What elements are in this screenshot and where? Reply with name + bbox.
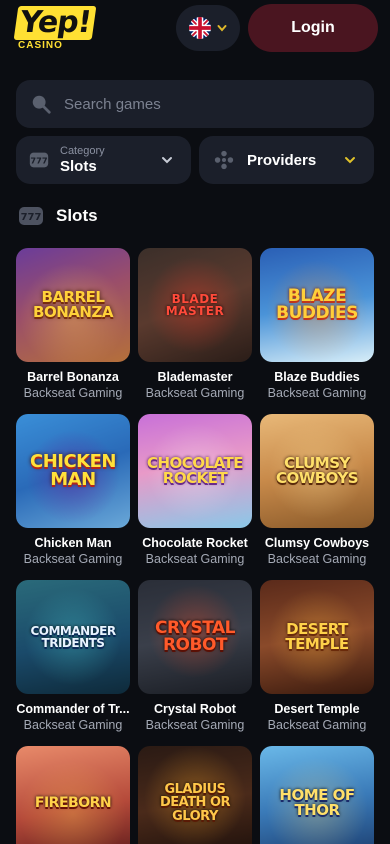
game-thumbnail[interactable]: BLADE MASTER	[138, 248, 252, 362]
game-thumbnail[interactable]: CHICKEN MAN	[16, 414, 130, 528]
providers-label: Providers	[247, 151, 317, 169]
game-art-title: CLUMSY COWBOYS	[275, 453, 359, 487]
search-icon	[32, 95, 51, 114]
game-name: Barrel Bonanza	[27, 370, 119, 384]
game-tile[interactable]: BLAZE BUDDIES Blaze Buddies Backseat Gam…	[260, 248, 374, 400]
game-provider: Backseat Gaming	[23, 552, 123, 566]
slot-machine-icon: 777	[19, 207, 43, 225]
game-name: Commander of Tr...	[16, 702, 130, 716]
game-name: Blademaster	[157, 370, 233, 384]
game-art-title: HOME OF THOR	[279, 785, 355, 819]
game-provider: Backseat Gaming	[145, 552, 245, 566]
game-name: Desert Temple	[274, 702, 360, 716]
slot-machine-icon: 777	[29, 152, 49, 168]
game-thumbnail[interactable]: GLADIUS DEATH OR GLORY	[138, 746, 252, 844]
chevron-down-icon	[162, 157, 172, 164]
game-tile[interactable]: BARREL BONANZA Barrel Bonanza Backseat G…	[16, 248, 130, 400]
game-thumbnail[interactable]: COMMANDER TRIDENTS	[16, 580, 130, 694]
game-thumbnail[interactable]: BARREL BONANZA	[16, 248, 130, 362]
game-tile[interactable]: GLADIUS DEATH OR GLORY	[138, 746, 252, 844]
game-art-title: GLADIUS DEATH OR GLORY	[159, 782, 231, 824]
game-tile[interactable]: CRYSTAL ROBOT Crystal Robot Backseat Gam…	[138, 580, 252, 732]
section-header: 777 Slots	[18, 202, 98, 230]
login-button[interactable]: Login	[248, 4, 378, 52]
game-art-title: BLADE MASTER	[165, 291, 225, 318]
search-bar[interactable]	[16, 80, 374, 128]
game-name: Blaze Buddies	[274, 370, 360, 384]
category-dropdown[interactable]: 777 Category Slots	[16, 136, 191, 184]
game-art-title: CRYSTAL ROBOT	[155, 617, 235, 655]
game-tile[interactable]: CHICKEN MAN Chicken Man Backseat Gaming	[16, 414, 130, 566]
game-tile[interactable]: BLADE MASTER Blademaster Backseat Gaming	[138, 248, 252, 400]
game-tile[interactable]: COMMANDER TRIDENTS Commander of Tr... Ba…	[16, 580, 130, 732]
game-tile[interactable]: HOME OF THOR	[260, 746, 374, 844]
chevron-down-icon	[345, 157, 355, 164]
category-value: Slots	[60, 157, 97, 175]
uk-flag-icon	[189, 17, 211, 39]
logo-word: Yep!	[13, 5, 97, 40]
section-title: Slots	[56, 206, 98, 225]
providers-dropdown[interactable]: Providers	[199, 136, 374, 184]
game-tile[interactable]: CLUMSY COWBOYS Clumsy Cowboys Backseat G…	[260, 414, 374, 566]
game-thumbnail[interactable]: BLAZE BUDDIES	[260, 248, 374, 362]
game-name: Chicken Man	[34, 536, 112, 550]
game-art-title: DESERT TEMPLE	[285, 619, 349, 653]
game-art-title: FIREBORN	[34, 794, 112, 811]
game-name: Chocolate Rocket	[142, 536, 248, 550]
game-name: Crystal Robot	[154, 702, 236, 716]
game-provider: Backseat Gaming	[23, 386, 123, 400]
search-input[interactable]	[64, 95, 344, 113]
game-provider: Backseat Gaming	[23, 718, 123, 732]
game-tile[interactable]: DESERT TEMPLE Desert Temple Backseat Gam…	[260, 580, 374, 732]
game-provider: Backseat Gaming	[267, 718, 367, 732]
game-thumbnail[interactable]: DESERT TEMPLE	[260, 580, 374, 694]
header: Yep! CASINO Login	[0, 0, 390, 58]
game-art-title: COMMANDER TRIDENTS	[30, 623, 116, 650]
game-provider: Backseat Gaming	[267, 386, 367, 400]
logo-subtitle: CASINO	[18, 40, 63, 51]
svg-text:777: 777	[30, 156, 47, 166]
category-label: Category	[60, 144, 105, 157]
providers-icon	[214, 150, 234, 170]
chevron-down-icon	[217, 25, 227, 32]
game-thumbnail[interactable]: CLUMSY COWBOYS	[260, 414, 374, 528]
game-name: Clumsy Cowboys	[264, 536, 370, 550]
game-art-title: BLAZE BUDDIES	[276, 285, 358, 323]
game-provider: Backseat Gaming	[267, 552, 367, 566]
game-thumbnail[interactable]: HOME OF THOR	[260, 746, 374, 844]
game-tile[interactable]: FIREBORN	[16, 746, 130, 844]
language-selector[interactable]	[176, 5, 240, 51]
game-art-title: CHOCOLATE ROCKET	[146, 453, 244, 487]
game-art-title: CHICKEN MAN	[30, 450, 117, 490]
game-thumbnail[interactable]: CRYSTAL ROBOT	[138, 580, 252, 694]
game-provider: Backseat Gaming	[145, 718, 245, 732]
game-thumbnail[interactable]: FIREBORN	[16, 746, 130, 844]
casino-logo[interactable]: Yep! CASINO	[13, 5, 102, 51]
game-thumbnail[interactable]: CHOCOLATE ROCKET	[138, 414, 252, 528]
game-tile[interactable]: CHOCOLATE ROCKET Chocolate Rocket Backse…	[138, 414, 252, 566]
game-art-title: BARREL BONANZA	[33, 287, 113, 321]
svg-text:777: 777	[21, 212, 42, 223]
game-provider: Backseat Gaming	[145, 386, 245, 400]
